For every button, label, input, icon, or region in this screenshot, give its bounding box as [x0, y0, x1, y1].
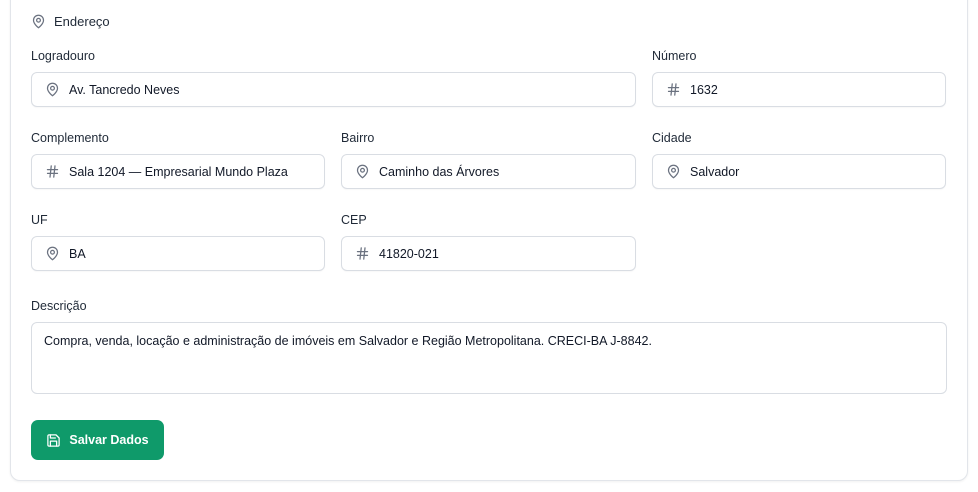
- descricao-label: Descrição: [31, 299, 87, 313]
- map-pin-icon: [44, 246, 60, 262]
- cep-value: 41820-021: [379, 246, 439, 261]
- uf-field[interactable]: BA: [31, 236, 325, 271]
- cidade-field[interactable]: Salvador: [652, 154, 946, 189]
- save-button[interactable]: Salvar Dados: [31, 420, 164, 460]
- map-pin-icon: [665, 164, 681, 180]
- cep-label: CEP: [341, 213, 367, 227]
- section-title: Endereço: [54, 13, 110, 29]
- numero-value: 1632: [690, 82, 718, 97]
- map-pin-icon: [354, 164, 370, 180]
- descricao-textarea[interactable]: Compra, venda, locação e administração d…: [31, 322, 947, 394]
- bairro-value: Caminho das Árvores: [379, 164, 500, 179]
- uf-label: UF: [31, 213, 48, 227]
- uf-value: BA: [69, 246, 86, 261]
- bairro-label: Bairro: [341, 131, 375, 145]
- bairro-field[interactable]: Caminho das Árvores: [341, 154, 636, 189]
- save-icon: [47, 433, 61, 447]
- section-header: Endereço: [31, 12, 110, 30]
- numero-label: Número: [652, 49, 697, 63]
- logradouro-field[interactable]: Av. Tancredo Neves: [31, 72, 636, 107]
- cidade-value: Salvador: [690, 164, 740, 179]
- hash-icon: [44, 164, 60, 180]
- save-button-label: Salvar Dados: [69, 433, 149, 447]
- complemento-label: Complemento: [31, 131, 109, 145]
- hash-icon: [665, 82, 681, 98]
- numero-field[interactable]: 1632: [652, 72, 946, 107]
- map-pin-icon: [44, 82, 60, 98]
- cep-field[interactable]: 41820-021: [341, 236, 636, 271]
- complemento-field[interactable]: Sala 1204 — Empresarial Mundo Plaza: [31, 154, 325, 189]
- cidade-label: Cidade: [652, 131, 692, 145]
- logradouro-label: Logradouro: [31, 49, 95, 63]
- map-pin-icon: [32, 14, 45, 28]
- logradouro-value: Av. Tancredo Neves: [69, 82, 180, 97]
- hash-icon: [354, 246, 370, 262]
- complemento-value: Sala 1204 — Empresarial Mundo Plaza: [69, 164, 288, 179]
